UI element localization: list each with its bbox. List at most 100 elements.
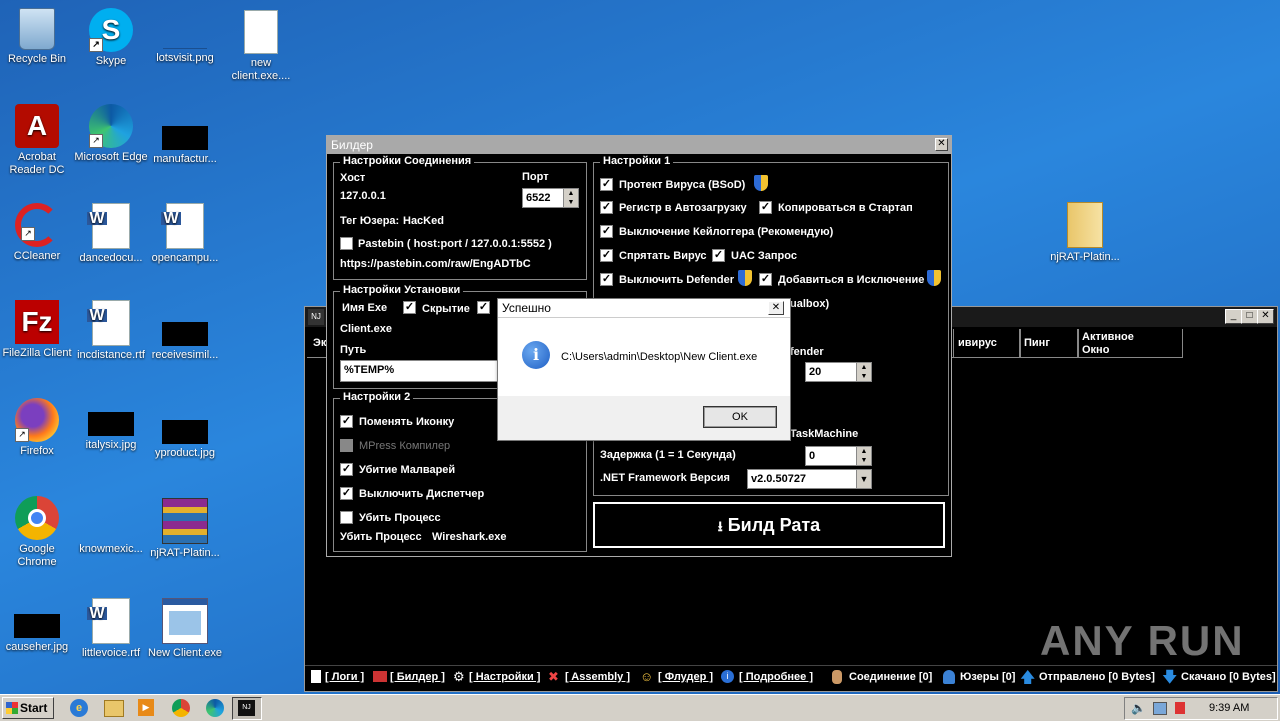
value-spinner[interactable]: ▲ ▼ [856,363,871,381]
maximize-button[interactable]: □ [1241,309,1258,324]
network-icon[interactable] [1153,702,1167,715]
delay-label: Задержка (1 = 1 Секунда) [600,449,736,461]
desktop-icon-edge[interactable]: ↗ Microsoft Edge [74,104,148,164]
logs-link[interactable]: [ Логи ] [325,671,364,683]
disable-taskmgr-checkbox[interactable]: ✓ [340,487,353,500]
upload-arrow-icon: 🡅 [1020,669,1036,686]
value-input[interactable]: 20 ▲ ▼ [805,362,872,382]
kill-process-label: Убить Процесс [340,531,422,543]
chrome-icon [15,496,59,540]
desktop-icon-causeher[interactable]: causeher.jpg [0,614,74,654]
ie-icon[interactable]: e [70,699,88,717]
assembly-link[interactable]: [ Assembly ] [565,671,630,683]
column-active-window[interactable]: Активное Окно [1077,329,1183,358]
dialog-title: Успешно [502,301,551,315]
desktop-icon-knowmexic[interactable]: knowmexic... [74,500,148,556]
hide-virus-checkbox[interactable]: ✓ [600,249,613,262]
column-header-partial[interactable]: Эк [313,337,326,349]
hide-label: Скрытие [422,303,470,315]
desktop-icon-opencampu[interactable]: W opencampu... [148,203,222,265]
desktop-icon-littlevoice[interactable]: W littlevoice.rtf [74,598,148,660]
desktop-icon-acrobat[interactable]: A Acrobat Reader DC [0,104,74,177]
delay-spinner[interactable]: ▲ ▼ [856,447,871,465]
kill-process-value[interactable]: Wireshark.exe [432,531,507,543]
desktop-icon-lotsvisit[interactable]: lotsvisit.png [148,10,222,65]
registry-checkbox[interactable]: ✓ [600,201,613,214]
desktop-icon-njrat-rar[interactable]: njRAT-Platin... [148,498,222,560]
desktop-icon-italysix[interactable]: italysix.jpg [74,412,148,452]
column-antivirus[interactable]: ивирус [953,329,1021,358]
desktop-icon-skype[interactable]: S ↗ Skype [74,8,148,68]
njrat-taskbar-button[interactable]: NJ [232,697,262,720]
security-flag-icon[interactable] [1175,702,1185,714]
ccleaner-icon: ↗ [15,203,59,247]
desktop-icon-recycle-bin[interactable]: Recycle Bin [0,8,74,66]
host-value[interactable]: 127.0.0.1 [340,190,386,202]
group-title: Настройки Установки [340,284,464,296]
media-player-icon[interactable]: ▶ [138,699,154,716]
net-framework-select[interactable]: v2.0.50727 ▼ [747,469,872,489]
clock[interactable]: 9:39 AM [1209,702,1249,714]
desktop-icon-manufactur[interactable]: manufactur... [148,126,222,166]
ok-button[interactable]: OK [703,406,777,428]
desktop-icon-yproduct[interactable]: yproduct.jpg [148,420,222,460]
desktop-icon-filezilla[interactable]: Fz FileZilla Client [0,300,74,360]
desktop-icon-chrome[interactable]: Google Chrome [0,496,74,569]
change-icon-checkbox[interactable]: ✓ [340,415,353,428]
kill-process-checkbox[interactable] [340,511,353,524]
delay-input[interactable]: 0 ▲ ▼ [805,446,872,466]
exe-name-value[interactable]: Client.exe [340,323,392,335]
gear-icon: ⚙ [453,669,465,684]
explorer-folder-icon[interactable] [104,700,124,717]
flooder-link[interactable]: [ Флудер ] [658,671,713,683]
start-button[interactable]: Start [2,697,54,719]
registry-label: Регистр в Автозагрузку [619,202,747,214]
hide-checkbox[interactable]: ✓ [477,301,490,314]
pastebin-checkbox[interactable] [340,237,353,250]
close-button[interactable]: ✕ [1257,309,1274,324]
exclusion-checkbox[interactable]: ✓ [759,273,772,286]
tag-value[interactable]: HacKed [403,215,444,227]
dialog-titlebar: Успешно ✕ [498,299,790,318]
copy-startup-checkbox[interactable]: ✓ [759,201,772,214]
desktop-icon-new-client-exe-partial[interactable]: new client.exe.... [224,10,298,83]
group-title: Настройки 2 [340,391,414,403]
change-icon-label: Поменять Иконку [359,416,455,428]
mpress-checkbox[interactable] [340,439,353,452]
minimize-button[interactable]: _ [1225,309,1242,324]
kill-malware-checkbox[interactable]: ✓ [340,463,353,476]
more-link[interactable]: [ Подробнее ] [739,671,813,683]
watermark-text: ANY RUN [1040,617,1245,664]
desktop-icon-new-client-exe[interactable]: New Client.exe [148,598,222,660]
dialog-close-button[interactable]: ✕ [768,301,784,315]
desktop-icon-dancedocu[interactable]: W dancedocu... [74,203,148,265]
port-input[interactable]: 6522 ▲ ▼ [522,188,579,208]
keylogger-checkbox[interactable]: ✓ [600,225,613,238]
edge-taskbar-icon[interactable] [206,699,224,717]
desktop-icon-njrat-folder[interactable]: njRAT-Platin... [1046,202,1124,264]
desktop-icon-incdistance[interactable]: W incdistance.rtf [74,300,148,362]
value-20: 20 [809,366,822,378]
chrome-taskbar-icon[interactable] [172,699,190,717]
defender-label-partial: fender [790,346,824,358]
pastebin-url[interactable]: https://pastebin.com/raw/EngADTbC [340,258,531,270]
host-label: Хост [340,172,366,184]
connection-settings-group: Настройки Соединения Хост 127.0.0.1 Порт… [333,155,587,280]
build-rat-button[interactable]: ⭳ Билд Рата [593,502,945,548]
desktop-icon-ccleaner[interactable]: ↗ CCleaner [0,203,74,263]
firefox-icon: ↗ [15,398,59,442]
chevron-down-icon[interactable]: ▼ [856,470,871,488]
volume-icon[interactable]: 🔈 [1131,701,1146,715]
logs-icon [311,670,321,683]
desktop-icon-receivesimil[interactable]: receivesimil... [148,322,222,362]
builder-close-button[interactable]: ✕ [935,138,948,151]
desktop-icon-firefox[interactable]: ↗ Firefox [0,398,74,458]
column-ping[interactable]: Пинг [1019,329,1079,358]
builder-link[interactable]: [ Билдер ] [390,671,445,683]
uac-checkbox[interactable]: ✓ [712,249,725,262]
exe-name-checkbox[interactable]: ✓ [403,301,416,314]
defender-checkbox[interactable]: ✓ [600,273,613,286]
port-spinner[interactable]: ▲ ▼ [563,189,578,207]
protect-checkbox[interactable]: ✓ [600,178,613,191]
settings-link[interactable]: [ Настройки ] [469,671,540,683]
